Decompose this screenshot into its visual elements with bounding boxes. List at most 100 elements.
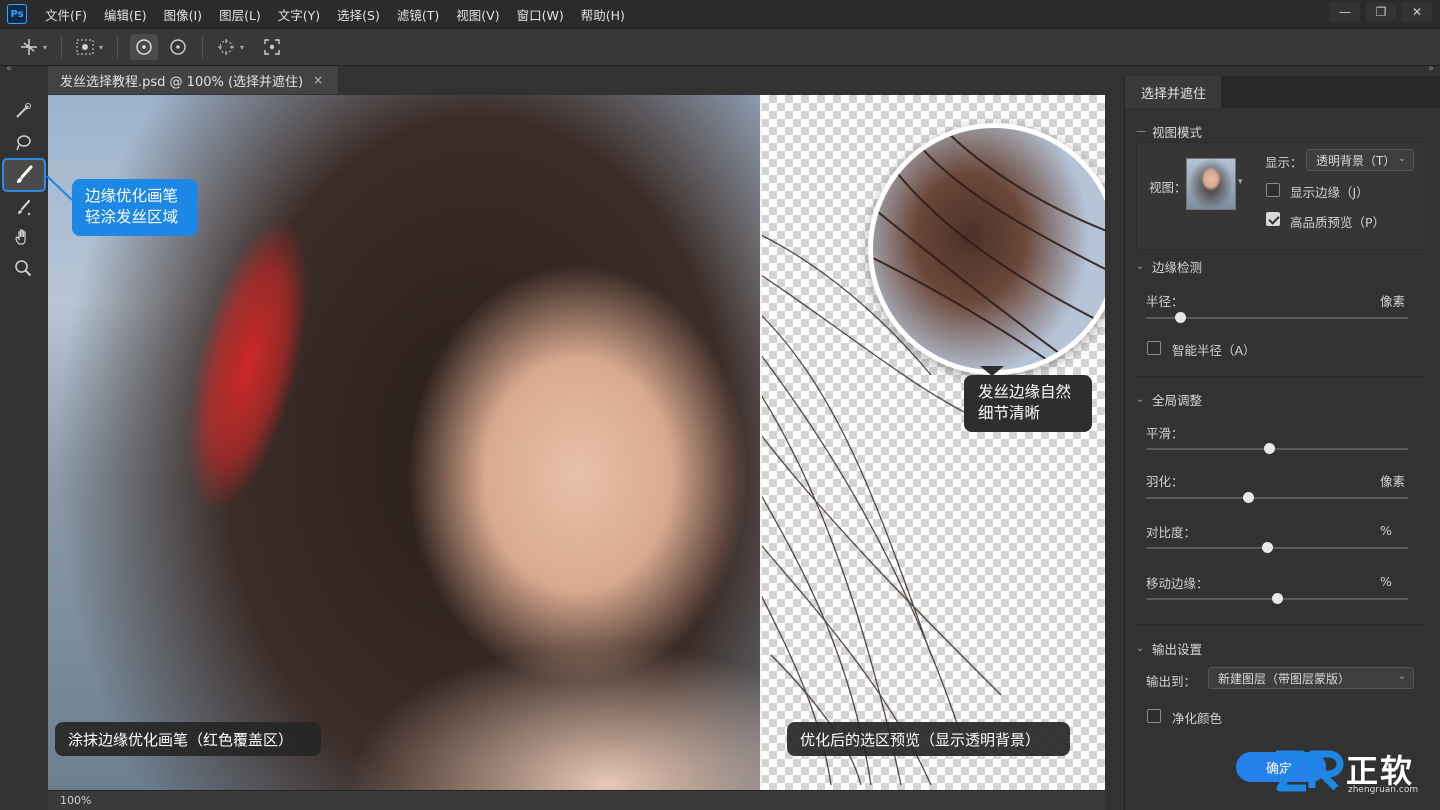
document-tab-title: 发丝选择教程.psd @ 100% (选择并遮住) <box>60 74 304 90</box>
before-after-divider[interactable] <box>760 95 762 790</box>
right-caption: 优化后的选区预览（显示透明背景） <box>787 722 1070 756</box>
close-button[interactable]: ✕ <box>1402 2 1432 22</box>
status-bar: 100% <box>48 790 1105 810</box>
brush-tip-text: 边缘优化画笔 轻涂发丝区域 <box>85 187 179 226</box>
global-adjust-title: 全局调整 <box>1152 393 1203 408</box>
hand-tool-icon[interactable] <box>8 223 38 251</box>
contrast-label: 对比度： <box>1146 525 1197 540</box>
view-mode-title: 视图模式 <box>1152 125 1203 140</box>
select-subject-icon[interactable] <box>262 34 282 60</box>
lasso-tool-icon[interactable] <box>8 129 38 157</box>
menu-items: 文件(F) 编辑(E) 图像(I) 图层(L) 文字(Y) 选择(S) 滤镜(T… <box>45 5 642 24</box>
high-quality-preview-label: 高品质预览（P） <box>1290 215 1386 230</box>
watermark-site: zhengruan.com <box>1348 785 1419 795</box>
document-tab[interactable]: 发丝选择教程.psd @ 100% (选择并遮住) × <box>48 66 338 94</box>
left-caption: 涂抹边缘优化画笔（红色覆盖区） <box>55 722 321 756</box>
chevron-down-icon: ⌄ <box>1136 643 1145 654</box>
sample-all-layers-icon[interactable]: ▾ <box>215 34 244 60</box>
refine-brush-red-overlay <box>163 207 333 523</box>
display-label: 显示： <box>1265 155 1303 170</box>
menu-edit[interactable]: 编辑(E) <box>104 5 147 24</box>
refine-edge-brush-tool-icon[interactable] <box>2 158 46 192</box>
view-thumbnail[interactable] <box>1186 158 1236 210</box>
zoom-tool-icon[interactable] <box>8 254 38 282</box>
contrast-slider[interactable] <box>1146 542 1408 553</box>
edge-detection-section-header[interactable]: ⌄ 边缘检测 <box>1136 257 1426 276</box>
smooth-label: 平滑： <box>1146 426 1184 441</box>
chevron-down-icon: ⌄ <box>1136 261 1145 272</box>
radius-slider-knob[interactable] <box>1175 312 1187 323</box>
add-to-selection-icon[interactable] <box>130 34 159 60</box>
section-divider <box>1136 376 1426 377</box>
output-to-value: 新建图层（带图层蒙版） <box>1218 671 1351 686</box>
brush-tip-callout: 边缘优化画笔 轻涂发丝区域 <box>72 179 198 236</box>
shift-edge-unit: % <box>1380 574 1392 589</box>
output-section-header[interactable]: ⌄ 输出设置 <box>1136 639 1426 658</box>
view-dropdown-icon[interactable]: ▾ <box>1238 177 1243 187</box>
refine-edge-brush-preset-icon[interactable]: ▾ <box>18 34 47 60</box>
output-to-label: 输出到： <box>1146 674 1197 689</box>
menu-bar: Ps 文件(F) 编辑(E) 图像(I) 图层(L) 文字(Y) 选择(S) 滤… <box>0 0 1440 28</box>
tab-close-icon[interactable]: × <box>313 73 323 87</box>
smart-radius-label: 智能半径（A） <box>1172 343 1256 358</box>
collapse-left-icon[interactable]: « <box>6 64 12 74</box>
contrast-unit: % <box>1380 523 1392 538</box>
radius-unit: 像素 <box>1380 294 1406 309</box>
chevron-down-icon: ⌄ <box>1397 153 1406 164</box>
hair-detail-callout: 发丝边缘自然 细节清晰 <box>964 375 1092 432</box>
radius-slider[interactable] <box>1146 312 1408 323</box>
edge-detection-title: 边缘检测 <box>1152 260 1203 275</box>
menu-window[interactable]: 窗口(W) <box>517 5 564 24</box>
chevron-down-icon: ⌄ <box>1397 671 1406 682</box>
window-controls: — ❐ ✕ <box>1330 2 1432 22</box>
section-divider <box>1136 624 1426 625</box>
decontaminate-colors-checkbox[interactable] <box>1147 709 1161 723</box>
shift-edge-slider[interactable] <box>1146 593 1408 604</box>
global-adjust-section-header[interactable]: ⌄ 全局调整 <box>1136 390 1426 409</box>
quick-selection-tool-icon[interactable] <box>8 97 38 125</box>
collapse-right-icon[interactable]: » <box>1428 64 1434 74</box>
document-canvas[interactable] <box>48 95 1105 790</box>
options-separator <box>117 36 119 58</box>
menu-help[interactable]: 帮助(H) <box>581 5 625 24</box>
smooth-slider[interactable] <box>1146 443 1408 454</box>
show-edge-label: 显示边缘（J） <box>1290 185 1369 200</box>
display-select-value: 透明背景（T） <box>1316 153 1396 168</box>
smart-radius-checkbox[interactable] <box>1147 341 1161 355</box>
output-to-select[interactable]: 新建图层（带图层蒙版） ⌄ <box>1208 667 1414 689</box>
menu-file[interactable]: 文件(F) <box>45 5 87 24</box>
menu-layer[interactable]: 图层(L) <box>219 5 261 24</box>
menu-select[interactable]: 选择(S) <box>337 5 380 24</box>
menu-view[interactable]: 视图(V) <box>456 5 499 24</box>
menu-type[interactable]: 文字(Y) <box>278 5 320 24</box>
options-bar: ▾ ▾ ▾ <box>0 28 1440 66</box>
tab-select-and-mask[interactable]: 选择并遮住 <box>1125 76 1221 108</box>
view-mode-section-header[interactable]: — 视图模式 <box>1136 122 1426 141</box>
radius-label: 半径： <box>1146 294 1184 309</box>
zoom-level[interactable]: 100% <box>60 794 91 807</box>
panel-tab-row: 选择并遮住 <box>1125 76 1440 108</box>
feather-unit: 像素 <box>1380 474 1406 489</box>
options-separator <box>202 36 204 58</box>
contrast-slider-knob[interactable] <box>1261 542 1273 553</box>
view-label: 视图： <box>1149 180 1187 195</box>
high-quality-preview-checkbox[interactable] <box>1266 212 1280 226</box>
decontaminate-colors-label: 净化颜色 <box>1172 711 1223 726</box>
menu-image[interactable]: 图像(I) <box>164 5 202 24</box>
selection-mode-icon[interactable]: ▾ <box>74 34 103 60</box>
restore-button[interactable]: ❐ <box>1366 2 1396 22</box>
subtract-from-selection-icon[interactable] <box>168 34 188 60</box>
feather-slider[interactable] <box>1146 492 1408 503</box>
minimize-button[interactable]: — <box>1330 2 1360 22</box>
menu-filter[interactable]: 滤镜(T) <box>397 5 439 24</box>
watermark-logo-icon <box>1276 750 1344 792</box>
hair-detail-text: 发丝边缘自然 细节清晰 <box>978 383 1072 422</box>
feather-label: 羽化： <box>1146 474 1184 489</box>
tool-bar <box>0 95 48 810</box>
show-edge-checkbox[interactable] <box>1266 183 1280 197</box>
shift-edge-label: 移动边缘： <box>1146 576 1209 591</box>
display-select[interactable]: 透明背景（T） ⌄ <box>1306 149 1414 171</box>
shift-edge-slider-knob[interactable] <box>1272 593 1283 604</box>
options-separator <box>61 36 63 58</box>
brush-tool-icon[interactable] <box>8 194 38 222</box>
